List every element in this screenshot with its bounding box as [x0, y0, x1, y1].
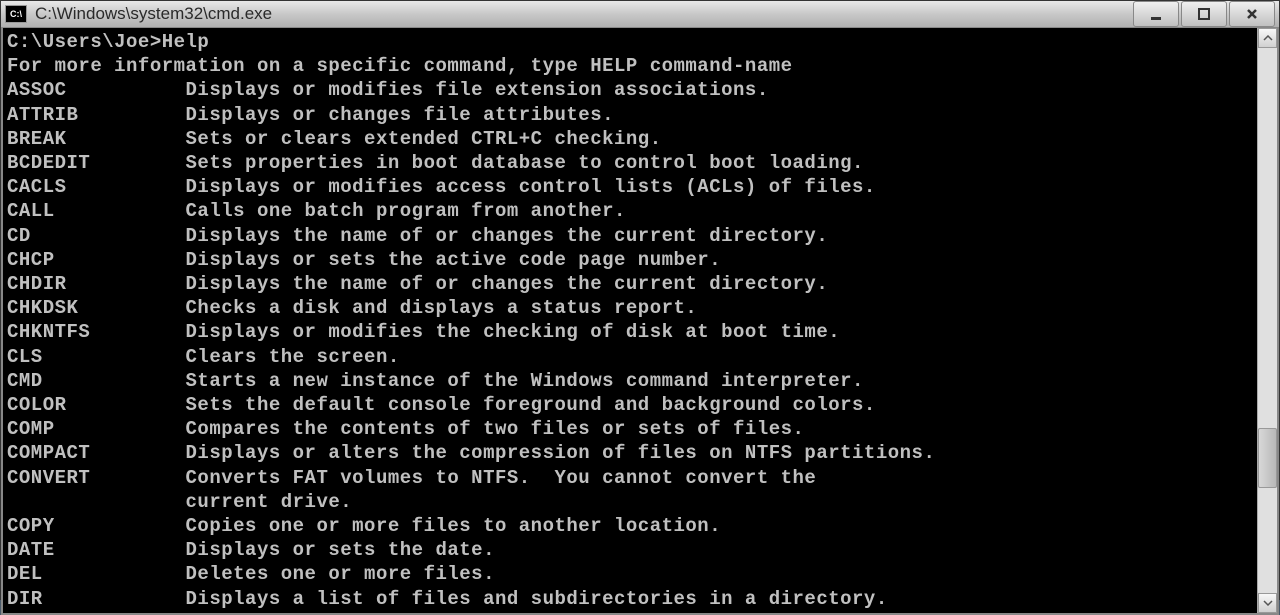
command-prompt-window: C:\ C:\Windows\system32\cmd.exe C:\Users… — [0, 0, 1280, 600]
content-area: C:\Users\Joe>Help For more information o… — [1, 28, 1279, 615]
close-icon — [1245, 7, 1259, 21]
scroll-up-button[interactable] — [1258, 28, 1277, 48]
maximize-button[interactable] — [1181, 1, 1227, 27]
scroll-down-button[interactable] — [1258, 593, 1277, 613]
window-title: C:\Windows\system32\cmd.exe — [35, 4, 1133, 24]
minimize-icon — [1149, 7, 1163, 21]
chevron-down-icon — [1263, 600, 1273, 606]
scroll-thumb[interactable] — [1258, 428, 1277, 488]
titlebar[interactable]: C:\ C:\Windows\system32\cmd.exe — [1, 1, 1279, 28]
close-button[interactable] — [1229, 1, 1275, 27]
chevron-up-icon — [1263, 35, 1273, 41]
maximize-icon — [1197, 7, 1211, 21]
terminal-output[interactable]: C:\Users\Joe>Help For more information o… — [3, 28, 1257, 613]
minimize-button[interactable] — [1133, 1, 1179, 27]
window-controls — [1133, 1, 1275, 27]
vertical-scrollbar[interactable] — [1257, 28, 1277, 613]
scroll-track[interactable] — [1258, 48, 1277, 593]
app-icon: C:\ — [5, 5, 27, 23]
